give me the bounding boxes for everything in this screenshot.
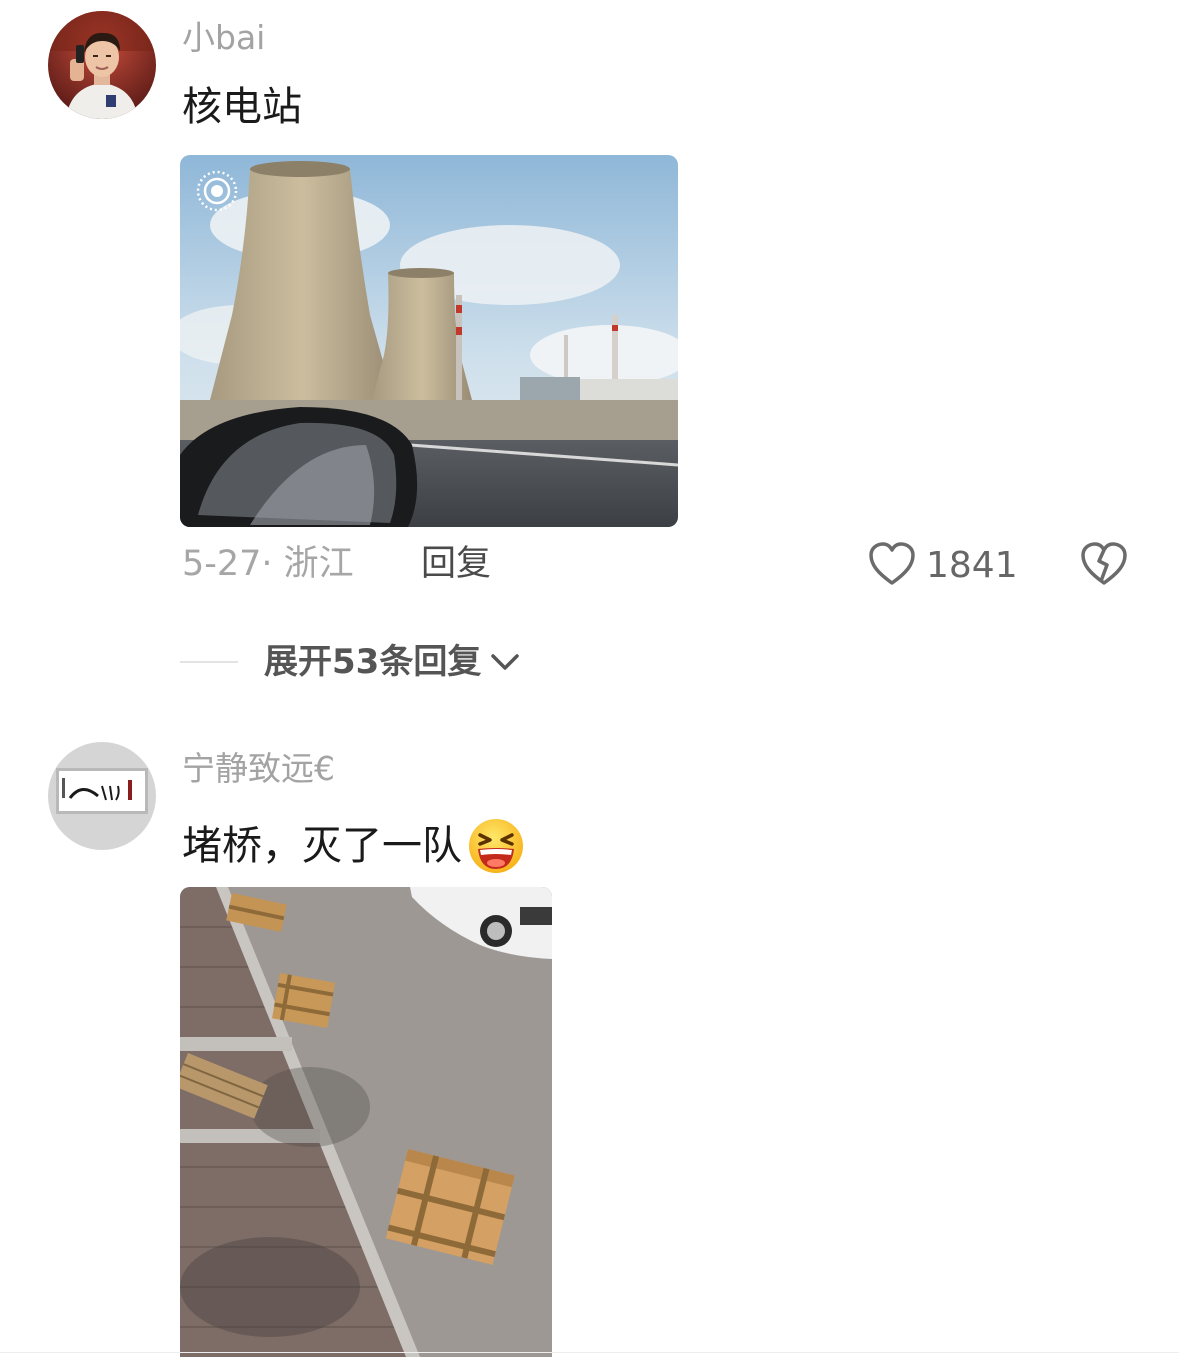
comment-image[interactable] <box>180 155 678 527</box>
comment-text-label: 堵桥，灭了一队 <box>182 823 462 869</box>
broken-heart-icon <box>1079 542 1129 591</box>
avatar[interactable] <box>48 11 156 119</box>
comment-item: 宁静致远€ 堵桥，灭了一队 <box>0 730 1179 1359</box>
divider <box>0 1352 1179 1353</box>
like-count: 1841 <box>926 545 1018 586</box>
comment-item: 小bai 核电站 5-27· 浙江 回复 1841 <box>0 0 1179 620</box>
divider <box>180 661 238 663</box>
street-crates-photo <box>180 887 552 1357</box>
like-button[interactable]: 1841 <box>868 541 1018 591</box>
user-avatar-photo <box>48 11 156 119</box>
expand-replies-button[interactable]: 展开53条回复 <box>180 645 521 679</box>
comment-image[interactable] <box>180 887 552 1357</box>
avatar[interactable] <box>48 742 156 850</box>
username[interactable]: 宁静致远€ <box>182 752 335 785</box>
reply-button[interactable]: 回复 <box>421 547 491 582</box>
cooling-towers-photo <box>180 155 678 527</box>
username[interactable]: 小bai <box>182 21 265 54</box>
comment-text: 核电站 <box>182 84 302 130</box>
chevron-down-icon <box>489 651 521 673</box>
expand-replies-label: 展开53条回复 <box>264 642 482 682</box>
laughing-emoji-icon <box>466 817 526 875</box>
calligraphy-avatar <box>48 742 156 850</box>
dislike-button[interactable] <box>1079 541 1129 591</box>
comment-text: 堵桥，灭了一队 <box>182 817 526 875</box>
comment-date-location: 5-27· 浙江 <box>182 544 354 584</box>
heart-icon <box>868 541 916 591</box>
